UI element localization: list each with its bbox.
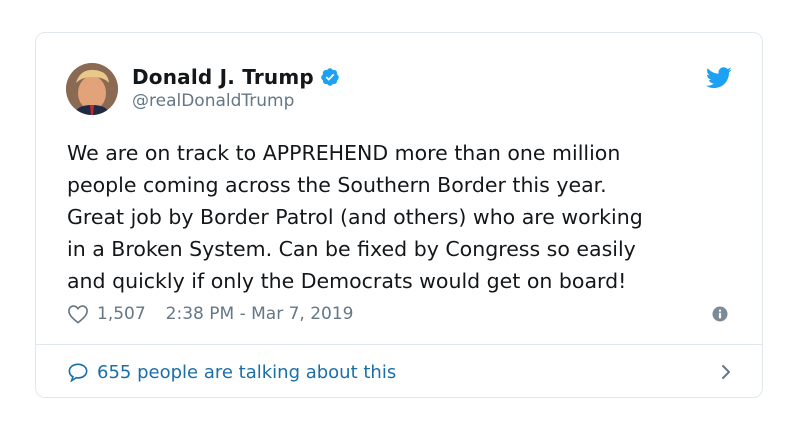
author-avatar[interactable] [66, 63, 118, 115]
tweet-meta: 1,507 2:38 PM - Mar 7, 2019 [67, 301, 353, 327]
tweet-text: We are on track to APPREHEND more than o… [67, 141, 643, 293]
tweet-card: Donald J. Trump @realDonaldTrump We are … [35, 32, 763, 398]
tweet-timestamp[interactable]: 2:38 PM - Mar 7, 2019 [166, 304, 354, 324]
like-count[interactable]: 1,507 [97, 304, 146, 324]
chevron-right-icon[interactable] [720, 362, 732, 382]
conversation-link[interactable]: 655 people are talking about this [67, 357, 732, 387]
twitter-bird-icon[interactable] [706, 67, 732, 89]
heart-icon[interactable] [67, 304, 89, 324]
avatar-image [66, 63, 118, 115]
author-name-row: Donald J. Trump [132, 63, 340, 91]
author-block: Donald J. Trump @realDonaldTrump [132, 63, 340, 111]
info-icon[interactable] [712, 306, 728, 322]
divider [36, 344, 762, 345]
author-handle[interactable]: @realDonaldTrump [132, 91, 340, 111]
author-name[interactable]: Donald J. Trump [132, 65, 314, 89]
conversation-label: 655 people are talking about this [97, 361, 397, 383]
verified-badge-icon [321, 68, 339, 86]
speech-bubble-icon [68, 363, 88, 382]
